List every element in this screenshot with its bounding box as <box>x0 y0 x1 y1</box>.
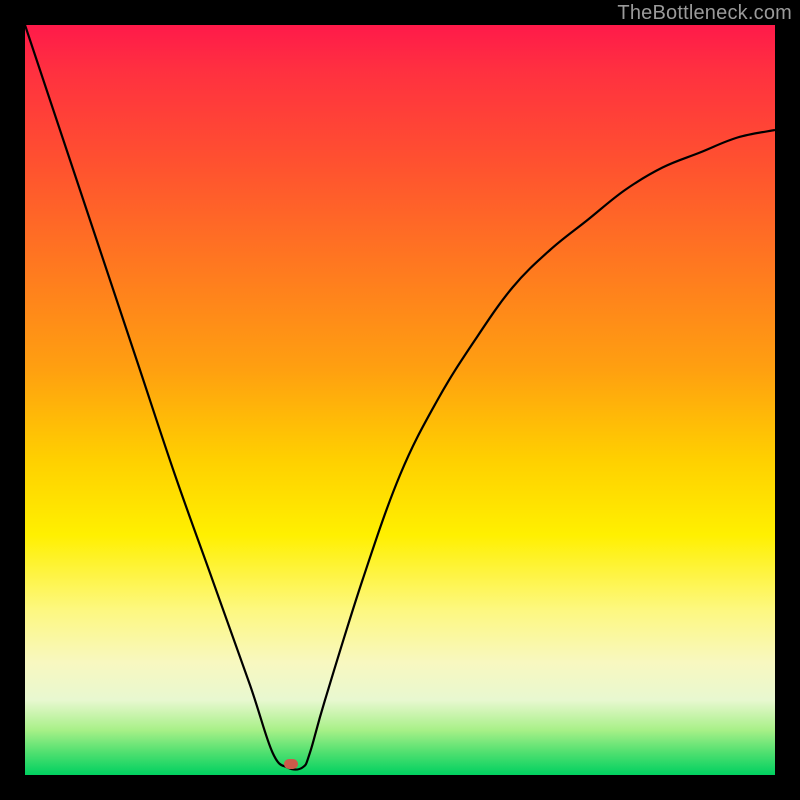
chart-frame: TheBottleneck.com <box>0 0 800 800</box>
bottleneck-curve <box>25 25 775 770</box>
curve-layer <box>25 25 775 775</box>
watermark-text: TheBottleneck.com <box>617 2 792 25</box>
plot-area <box>25 25 775 775</box>
optimal-point-marker <box>284 759 298 769</box>
